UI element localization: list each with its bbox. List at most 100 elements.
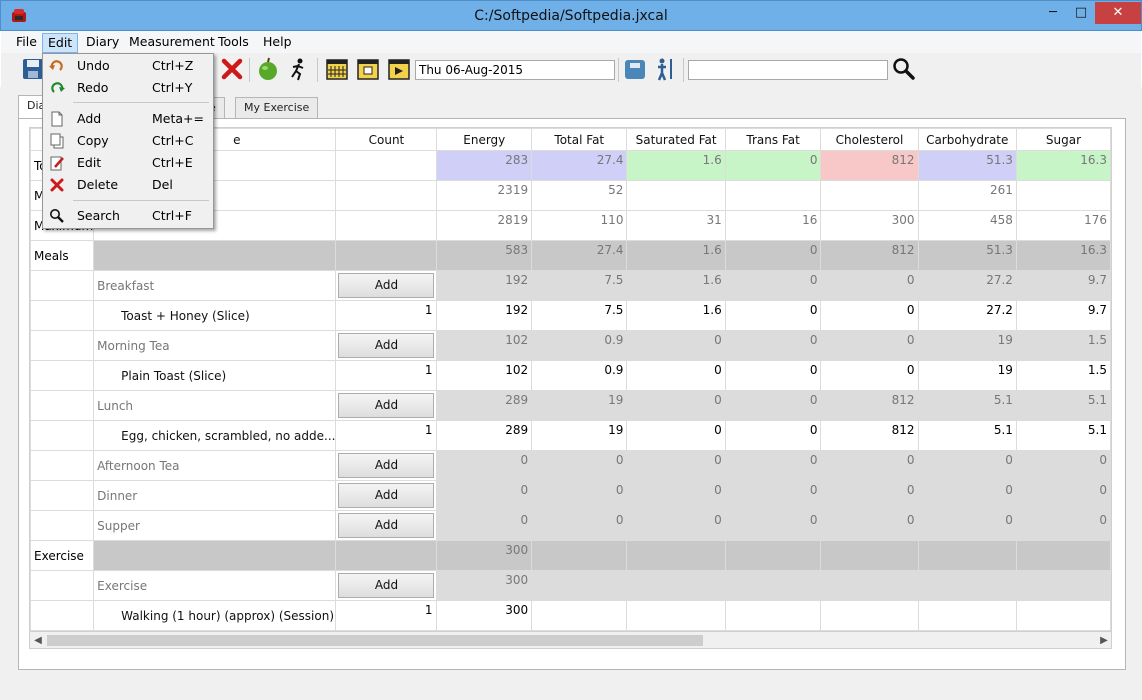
add-button[interactable]: Add — [338, 333, 435, 358]
add-cell: Add — [335, 450, 438, 481]
menu-separator — [73, 102, 209, 103]
value-cell — [1015, 180, 1111, 211]
menu-item-edit[interactable]: Edit Ctrl+E — [45, 153, 211, 173]
food-label[interactable]: Plain Toast (Slice) — [93, 360, 337, 391]
value-cell: 51.3 — [917, 240, 1017, 271]
count-cell[interactable] — [335, 150, 438, 181]
column-header[interactable]: Cholesterol — [820, 128, 919, 151]
menu-edit[interactable]: Edit — [42, 33, 79, 53]
menu-item-delete[interactable]: Delete Del — [45, 175, 211, 195]
menu-item-search[interactable]: Search Ctrl+F — [45, 206, 211, 226]
value-cell: 0 — [724, 390, 822, 421]
scrollbar-thumb[interactable] — [47, 635, 703, 646]
edit-menu: Undo Ctrl+Z Redo Ctrl+Y Add Meta+= Copy … — [42, 53, 214, 229]
value-cell: 0 — [626, 360, 726, 391]
value-cell: 16 — [724, 210, 822, 241]
minimize-button[interactable]: ─ — [1038, 2, 1068, 24]
count-cell[interactable] — [335, 240, 438, 271]
value-cell — [724, 180, 822, 211]
menu-help[interactable]: Help — [258, 33, 297, 53]
add-cell: Add — [335, 510, 438, 541]
value-cell — [531, 540, 628, 571]
value-cell: 0.9 — [531, 360, 628, 391]
name-cell[interactable] — [93, 540, 337, 571]
running-man-icon[interactable] — [286, 57, 310, 81]
menu-measurement[interactable]: Measurement — [124, 33, 220, 53]
column-header[interactable]: Count — [335, 128, 438, 151]
apple-icon[interactable] — [256, 57, 280, 81]
search-icon[interactable] — [892, 57, 916, 81]
calendar-previous-icon[interactable] — [325, 57, 349, 81]
delete-icon[interactable] — [220, 57, 244, 81]
horizontal-scrollbar[interactable]: ◀ ▶ — [29, 632, 1112, 649]
body-measure-icon[interactable] — [653, 57, 677, 81]
meal-label: Afternoon Tea — [93, 450, 337, 481]
menu-item-redo[interactable]: Redo Ctrl+Y — [45, 78, 211, 98]
count-cell[interactable]: 1 — [335, 600, 438, 631]
column-header[interactable]: Trans Fat — [724, 128, 822, 151]
menu-item-label: Add — [77, 111, 102, 126]
search-input[interactable] — [688, 60, 888, 80]
tab-my-exercise[interactable]: My Exercise — [235, 97, 319, 118]
value-cell: 192 — [436, 270, 533, 301]
maximize-button[interactable]: □ — [1066, 2, 1096, 24]
value-cell: 261 — [917, 180, 1017, 211]
food-label[interactable]: Toast + Honey (Slice) — [93, 300, 337, 331]
food-label[interactable]: Walking (1 hour) (approx) (Session) — [93, 600, 337, 631]
count-cell[interactable]: 1 — [335, 360, 438, 391]
food-row: Toast + Honey (Slice) 1 192 7.5 1.6 0 0 27.2 9.7 — [30, 300, 1111, 331]
count-cell[interactable] — [335, 180, 438, 211]
menu-item-undo[interactable]: Undo Ctrl+Z — [45, 56, 211, 76]
add-button[interactable]: Add — [338, 273, 435, 298]
column-header[interactable]: Sugar — [1015, 128, 1111, 151]
scroll-left-icon[interactable]: ◀ — [31, 634, 45, 647]
value-cell: 5.1 — [917, 420, 1017, 451]
value-cell: 0 — [724, 240, 822, 271]
calendar-today-icon[interactable] — [356, 57, 380, 81]
calendar-next-icon[interactable] — [387, 57, 411, 81]
add-button[interactable]: Add — [338, 513, 435, 538]
menu-item-shortcut: Ctrl+Y — [152, 80, 193, 95]
value-cell: 0 — [917, 450, 1017, 481]
food-label[interactable]: Egg, chicken, scrambled, no adde... — [93, 420, 337, 451]
column-header[interactable]: Energy — [436, 128, 533, 151]
indent-cell — [30, 330, 95, 361]
menu-tools[interactable]: Tools — [213, 33, 254, 53]
menu-file[interactable]: File — [11, 33, 42, 53]
add-button[interactable]: Add — [338, 573, 435, 598]
count-cell[interactable] — [335, 210, 438, 241]
value-cell: 1.6 — [626, 300, 726, 331]
count-cell[interactable]: 1 — [335, 420, 438, 451]
menu-item-label: Redo — [77, 80, 109, 95]
value-cell: 102 — [436, 330, 533, 361]
column-header[interactable]: Carbohydrate — [917, 128, 1017, 151]
value-cell: 0 — [436, 480, 533, 511]
menu-item-copy[interactable]: Copy Ctrl+C — [45, 131, 211, 151]
menu-item-add[interactable]: Add Meta+= — [45, 109, 211, 129]
scale-icon[interactable] — [623, 57, 647, 81]
scroll-right-icon[interactable]: ▶ — [1097, 634, 1111, 647]
count-cell[interactable] — [335, 540, 438, 571]
add-button[interactable]: Add — [338, 393, 435, 418]
column-header[interactable]: Total Fat — [531, 128, 628, 151]
value-cell: 2819 — [436, 210, 533, 241]
value-cell — [531, 600, 628, 631]
date-field[interactable]: Thu 06-Aug-2015 — [415, 60, 615, 80]
value-cell: 2319 — [436, 180, 533, 211]
value-cell: 0 — [724, 270, 822, 301]
count-cell[interactable]: 1 — [335, 300, 438, 331]
column-header[interactable]: Saturated Fat — [626, 128, 726, 151]
add-button[interactable]: Add — [338, 483, 435, 508]
value-cell: 812 — [820, 240, 919, 271]
value-cell: 1.6 — [626, 270, 726, 301]
value-cell — [917, 600, 1017, 631]
value-cell: 9.7 — [1015, 270, 1111, 301]
close-button[interactable]: ✕ — [1095, 2, 1141, 24]
copy-icon — [50, 133, 64, 149]
value-cell: 0 — [724, 360, 822, 391]
name-cell[interactable] — [93, 240, 337, 271]
indent-cell — [30, 570, 95, 601]
add-button[interactable]: Add — [338, 453, 435, 478]
menu-diary[interactable]: Diary — [81, 33, 124, 53]
delete-icon — [50, 178, 64, 192]
